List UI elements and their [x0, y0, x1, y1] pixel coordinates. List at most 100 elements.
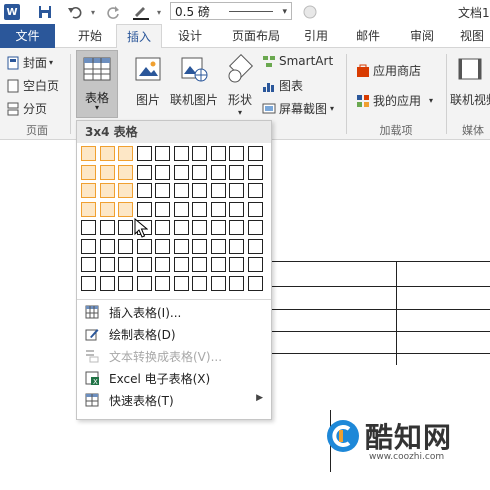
grid-cell[interactable]: [155, 238, 170, 254]
grid-cell[interactable]: [229, 257, 244, 272]
pen-weight-select[interactable]: 0.5 磅 ▾: [170, 2, 292, 20]
tab-layout[interactable]: 页面布局: [224, 24, 288, 48]
grid-cell[interactable]: [210, 146, 226, 161]
grid-cell[interactable]: [118, 183, 133, 198]
smartart-button[interactable]: SmartArt: [262, 54, 333, 68]
tab-file[interactable]: 文件: [0, 24, 55, 48]
grid-cell[interactable]: [136, 146, 152, 161]
grid-cell[interactable]: [247, 220, 263, 235]
grid-cell[interactable]: [229, 238, 244, 254]
grid-cell[interactable]: [229, 146, 244, 161]
grid-cell[interactable]: [173, 183, 189, 198]
grid-cell[interactable]: [99, 238, 115, 254]
app-store-button[interactable]: 应用商店: [356, 62, 421, 79]
undo-dropdown-icon[interactable]: ▾: [88, 3, 98, 21]
grid-cell[interactable]: [136, 257, 152, 272]
grid-cell[interactable]: [247, 183, 263, 198]
cover-page-button[interactable]: 封面 ▾: [6, 54, 53, 71]
pen-color-icon[interactable]: [130, 3, 152, 21]
tab-design[interactable]: 设计: [168, 24, 212, 48]
grid-cell[interactable]: [136, 238, 152, 254]
grid-cell[interactable]: [136, 201, 152, 217]
grid-cell[interactable]: [192, 146, 207, 161]
grid-cell[interactable]: [81, 220, 96, 235]
grid-cell[interactable]: [173, 257, 189, 272]
grid-cell[interactable]: [173, 238, 189, 254]
grid-cell[interactable]: [210, 183, 226, 198]
grid-cell[interactable]: [173, 164, 189, 180]
grid-cell[interactable]: [81, 146, 96, 161]
grid-cell[interactable]: [81, 183, 96, 198]
grid-cell[interactable]: [81, 164, 96, 180]
undo-icon[interactable]: [64, 3, 86, 21]
table-button[interactable]: 表格 ▾: [76, 50, 118, 118]
grid-cell[interactable]: [155, 257, 170, 272]
grid-cell[interactable]: [136, 275, 152, 291]
picture-button[interactable]: 图片: [130, 54, 166, 108]
grid-cell[interactable]: [81, 257, 96, 272]
grid-cell[interactable]: [192, 183, 207, 198]
my-apps-button[interactable]: 我的应用 ▾: [356, 92, 433, 109]
grid-cell[interactable]: [192, 220, 207, 235]
inserted-table-preview[interactable]: [270, 261, 490, 365]
grid-cell[interactable]: [192, 201, 207, 217]
tab-mailings[interactable]: 邮件: [348, 24, 388, 48]
grid-cell[interactable]: [118, 257, 133, 272]
grid-cell[interactable]: [192, 238, 207, 254]
grid-cell[interactable]: [173, 220, 189, 235]
grid-cell[interactable]: [229, 164, 244, 180]
redo-icon[interactable]: [104, 3, 122, 21]
pen-color-dropdown-icon[interactable]: ▾: [154, 3, 164, 21]
grid-cell[interactable]: [247, 275, 263, 291]
grid-cell[interactable]: [136, 183, 152, 198]
grid-cell[interactable]: [210, 201, 226, 217]
grid-cell[interactable]: [155, 201, 170, 217]
grid-cell[interactable]: [173, 146, 189, 161]
grid-cell[interactable]: [99, 183, 115, 198]
grid-cell[interactable]: [210, 220, 226, 235]
grid-cell[interactable]: [229, 183, 244, 198]
grid-cell[interactable]: [155, 275, 170, 291]
grid-cell[interactable]: [247, 201, 263, 217]
grid-cell[interactable]: [192, 275, 207, 291]
grid-cell[interactable]: [118, 146, 133, 161]
grid-cell[interactable]: [210, 257, 226, 272]
page-break-button[interactable]: 分页: [6, 100, 47, 117]
grid-cell[interactable]: [210, 275, 226, 291]
pen-style-icon[interactable]: [302, 3, 318, 21]
quick-tables-item[interactable]: 快速表格(T) ▶: [77, 389, 271, 411]
insert-table-item[interactable]: 插入表格(I)...: [77, 301, 271, 323]
online-video-button[interactable]: 联机视频: [450, 54, 490, 108]
grid-cell[interactable]: [155, 164, 170, 180]
grid-cell[interactable]: [210, 164, 226, 180]
tab-view[interactable]: 视图: [454, 24, 490, 48]
grid-cell[interactable]: [247, 146, 263, 161]
grid-cell[interactable]: [81, 201, 96, 217]
tab-start[interactable]: 开始: [70, 24, 110, 48]
grid-cell[interactable]: [136, 164, 152, 180]
screenshot-button[interactable]: 屏幕截图 ▾: [262, 100, 334, 117]
grid-cell[interactable]: [192, 257, 207, 272]
grid-cell[interactable]: [99, 220, 115, 235]
tab-references[interactable]: 引用: [296, 24, 336, 48]
grid-cell[interactable]: [247, 257, 263, 272]
grid-cell[interactable]: [118, 220, 133, 235]
grid-cell[interactable]: [118, 275, 133, 291]
grid-cell[interactable]: [99, 146, 115, 161]
shapes-button[interactable]: 形状 ▾: [222, 53, 258, 117]
tab-insert[interactable]: 插入: [116, 24, 162, 48]
grid-cell[interactable]: [99, 201, 115, 217]
grid-cell[interactable]: [173, 275, 189, 291]
grid-cell[interactable]: [229, 201, 244, 217]
save-icon[interactable]: [36, 3, 54, 21]
word-app-icon[interactable]: W: [4, 4, 20, 20]
text-to-table-item[interactable]: 文本转换成表格(V)...: [77, 345, 271, 367]
blank-page-button[interactable]: 空白页: [6, 77, 59, 94]
grid-cell[interactable]: [247, 238, 263, 254]
grid-cell[interactable]: [118, 164, 133, 180]
grid-cell[interactable]: [99, 275, 115, 291]
grid-cell[interactable]: [247, 164, 263, 180]
grid-cell[interactable]: [81, 238, 96, 254]
grid-cell[interactable]: [118, 238, 133, 254]
grid-cell[interactable]: [81, 275, 96, 291]
